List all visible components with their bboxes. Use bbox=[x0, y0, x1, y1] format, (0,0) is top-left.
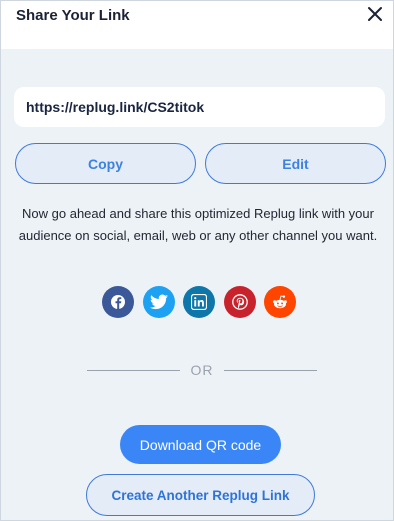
close-button[interactable] bbox=[366, 5, 384, 23]
short-link-field[interactable]: https://replug.link/CS2titok bbox=[14, 87, 385, 127]
reddit-icon bbox=[273, 295, 287, 309]
share-link-dialog: Share Your Link https://replug.link/CS2t… bbox=[0, 0, 394, 521]
close-icon bbox=[368, 7, 382, 21]
dialog-header: Share Your Link bbox=[1, 1, 393, 49]
facebook-share-button[interactable] bbox=[102, 286, 134, 318]
edit-button[interactable]: Edit bbox=[205, 143, 386, 184]
or-divider: OR bbox=[87, 362, 317, 380]
short-link-text: https://replug.link/CS2titok bbox=[26, 99, 205, 115]
copy-button[interactable]: Copy bbox=[15, 143, 196, 184]
pinterest-icon bbox=[231, 294, 248, 310]
reddit-share-button[interactable] bbox=[264, 286, 296, 318]
social-share-buttons bbox=[102, 286, 296, 318]
divider-line bbox=[224, 370, 317, 371]
download-qr-button[interactable]: Download QR code bbox=[120, 425, 281, 464]
twitter-icon bbox=[149, 294, 168, 310]
facebook-icon bbox=[111, 295, 125, 309]
linkedin-share-button[interactable] bbox=[183, 286, 215, 318]
twitter-share-button[interactable] bbox=[142, 286, 175, 318]
linkedin-icon bbox=[191, 294, 207, 310]
create-link-button[interactable]: Create Another Replug Link bbox=[86, 474, 315, 516]
dialog-title: Share Your Link bbox=[16, 7, 130, 24]
share-description: Now go ahead and share this optimized Re… bbox=[18, 206, 378, 243]
pinterest-share-button[interactable] bbox=[223, 286, 256, 318]
